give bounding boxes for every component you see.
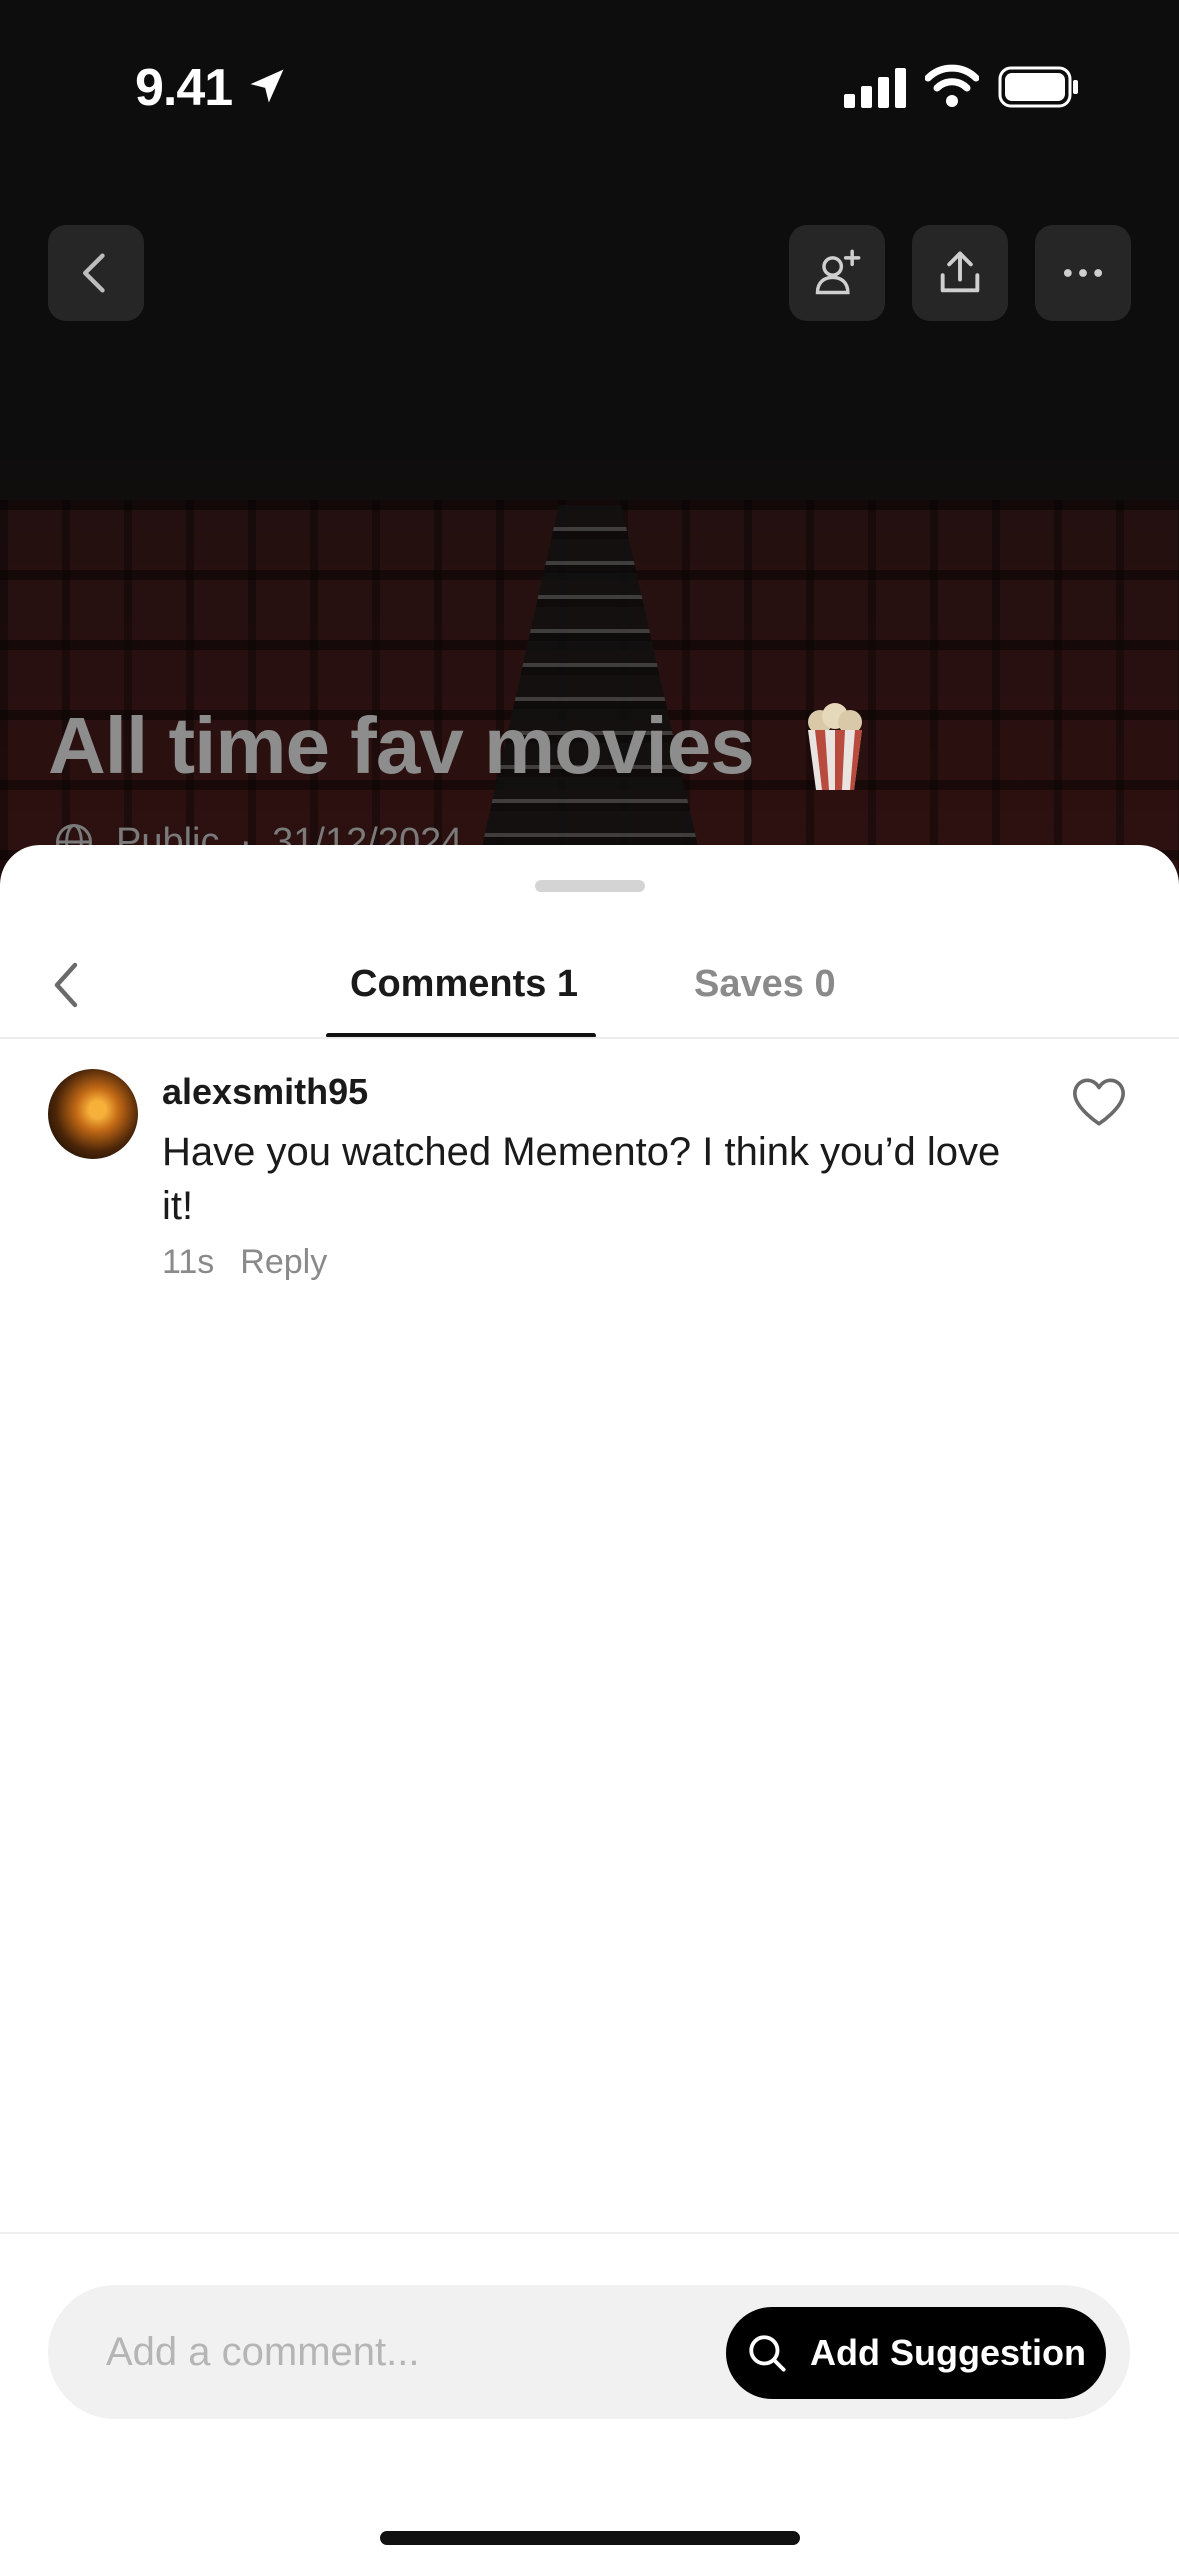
comment-meta: 11s Reply bbox=[162, 1243, 327, 1282]
tab-comments[interactable]: Comments 1 bbox=[350, 963, 578, 1006]
comment-username[interactable]: alexsmith95 bbox=[162, 1071, 368, 1113]
share-icon bbox=[940, 251, 980, 293]
comment-input[interactable] bbox=[104, 2321, 708, 2383]
heart-icon[interactable] bbox=[1070, 1075, 1128, 1129]
tab-saves[interactable]: Saves 0 bbox=[694, 963, 836, 1006]
status-time: 9.41 bbox=[135, 59, 233, 117]
location-arrow-icon bbox=[250, 69, 284, 103]
back-button[interactable] bbox=[48, 225, 144, 321]
sheet-back-icon[interactable] bbox=[42, 957, 92, 1013]
battery-icon bbox=[998, 66, 1078, 108]
share-button[interactable] bbox=[912, 225, 1008, 321]
add-collaborator-button[interactable] bbox=[789, 225, 885, 321]
more-icon bbox=[1063, 269, 1103, 277]
cellular-signal-icon bbox=[844, 68, 906, 108]
comment-age: 11s bbox=[162, 1243, 215, 1281]
search-icon bbox=[749, 2335, 786, 2372]
wifi-icon bbox=[925, 64, 979, 107]
comment-composer: Add Suggestion bbox=[48, 2285, 1130, 2419]
reply-button[interactable]: Reply bbox=[240, 1243, 327, 1282]
home-indicator bbox=[380, 2531, 800, 2545]
add-suggestion-label: Add Suggestion bbox=[810, 2332, 1086, 2373]
tab-divider bbox=[0, 1037, 1179, 1039]
composer-divider bbox=[0, 2232, 1179, 2234]
avatar[interactable] bbox=[48, 1069, 138, 1159]
comment-text: Have you watched Memento? I think you’d … bbox=[162, 1130, 1001, 1228]
chevron-left-icon bbox=[83, 253, 105, 293]
more-options-button[interactable] bbox=[1035, 225, 1131, 321]
add-suggestion-button[interactable]: Add Suggestion bbox=[726, 2307, 1106, 2399]
popcorn-icon bbox=[808, 703, 862, 790]
sheet-grabber[interactable] bbox=[535, 880, 645, 892]
comments-sheet: Comments 1 Saves 0 alexsmith95 Have you … bbox=[0, 845, 1179, 2556]
add-person-icon bbox=[815, 249, 861, 295]
list-title: All time fav movies bbox=[48, 701, 755, 790]
